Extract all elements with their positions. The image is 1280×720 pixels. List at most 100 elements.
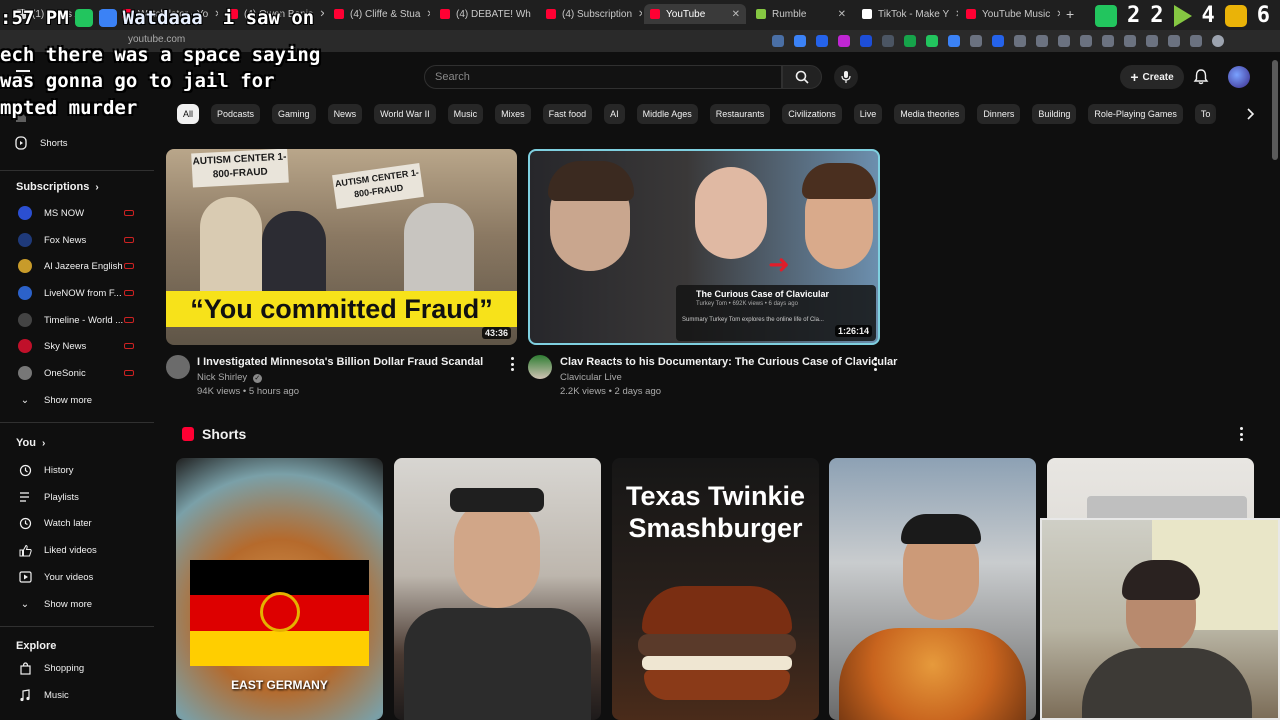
sidebar-item-subscription[interactable]: Timeline - World ... <box>18 312 123 328</box>
sidebar-item-watch-later[interactable]: Watch later <box>18 515 92 531</box>
chip-fast-food[interactable]: Fast food <box>542 104 593 124</box>
extension-icon[interactable] <box>1036 35 1048 47</box>
notifications-bell-icon[interactable] <box>1192 68 1210 86</box>
sidebar-item-subscription[interactable]: MS NOW <box>18 205 84 221</box>
extension-icon[interactable] <box>816 35 828 47</box>
short-card[interactable]: EAST GERMANY <box>176 458 383 720</box>
sidebar-item-shorts[interactable]: Shorts <box>14 135 67 151</box>
chip-role-playing-games[interactable]: Role-Playing Games <box>1088 104 1183 124</box>
tab-close-icon[interactable]: ✕ <box>319 9 324 20</box>
sidebar-item-subscription[interactable]: Sky News <box>18 338 86 354</box>
filter-chip-bar: All Podcasts Gaming News World War II Mu… <box>177 104 1217 124</box>
tab-close-icon[interactable]: ✕ <box>732 9 740 20</box>
extension-icon[interactable] <box>1124 35 1136 47</box>
sidebar-item-history[interactable]: History <box>18 462 74 478</box>
search-input[interactable]: Search <box>424 65 782 89</box>
extension-icon[interactable] <box>904 35 916 47</box>
channel-name[interactable]: Nick Shirley ✓ <box>197 372 262 383</box>
sidebar-item-shopping[interactable]: Shopping <box>18 660 84 676</box>
sidebar-item-subscription[interactable]: LiveNOW from F... <box>18 285 122 301</box>
tab-favicon-icon <box>862 9 872 19</box>
chip-news[interactable]: News <box>327 104 363 124</box>
chip-middle-ages[interactable]: Middle Ages <box>636 104 698 124</box>
extension-icon[interactable] <box>926 35 938 47</box>
sidebar-item-subscription[interactable]: Fox News <box>18 232 86 248</box>
extension-icon[interactable] <box>1080 35 1092 47</box>
chip-civilizations[interactable]: Civilizations <box>782 104 842 124</box>
browser-tab[interactable]: (4) DEBATE! Wh ✕ <box>434 4 536 24</box>
sidebar-item-liked-videos[interactable]: Liked videos <box>18 542 97 558</box>
extension-icon[interactable] <box>1168 35 1180 47</box>
chip-restaurants[interactable]: Restaurants <box>709 104 771 124</box>
extension-icon[interactable] <box>860 35 872 47</box>
chip-gaming[interactable]: Gaming <box>272 104 316 124</box>
extension-icon[interactable] <box>1146 35 1158 47</box>
sidebar-item-playlists[interactable]: Playlists <box>18 489 79 505</box>
chip-ai[interactable]: AI <box>604 104 625 124</box>
extension-icon[interactable] <box>1102 35 1114 47</box>
tab-close-icon[interactable]: ✕ <box>1056 9 1060 20</box>
more-options-icon[interactable] <box>871 357 879 371</box>
chevron-right-icon[interactable] <box>1242 106 1258 122</box>
extension-icon[interactable] <box>1058 35 1070 47</box>
tab-close-icon[interactable]: ✕ <box>838 9 846 20</box>
subscriptions-heading[interactable]: Subscriptions › <box>16 181 99 193</box>
extension-icon[interactable] <box>838 35 850 47</box>
search-button[interactable] <box>782 65 822 89</box>
sidebar-item-music[interactable]: Music <box>18 687 69 703</box>
sidebar-item-subscription[interactable]: OneSonic <box>18 365 86 381</box>
chip-live[interactable]: Live <box>853 104 883 124</box>
short-card[interactable] <box>829 458 1036 720</box>
burger-cheese <box>642 656 792 670</box>
chip-mixes[interactable]: Mixes <box>495 104 531 124</box>
browser-tab[interactable]: (4) Cliffe & Stua ✕ <box>328 4 430 24</box>
tab-close-icon[interactable]: ✕ <box>955 9 958 20</box>
video-thumbnail[interactable]: ➜ The Curious Case of Clavicular Turkey … <box>528 149 880 345</box>
browser-tab[interactable]: TikTok - Make Y ✕ <box>856 4 958 24</box>
chip-all[interactable]: All <box>177 104 200 124</box>
bookmark-star-icon[interactable] <box>794 35 806 47</box>
extension-icon[interactable] <box>992 35 1004 47</box>
voice-search-button[interactable] <box>834 65 858 89</box>
profile-icon[interactable] <box>1212 35 1224 47</box>
channel-avatar[interactable] <box>166 355 190 379</box>
video-title[interactable]: I Investigated Minnesota's Billion Dolla… <box>197 356 483 368</box>
shorts-more-options-icon[interactable] <box>1237 427 1245 441</box>
extension-icon[interactable] <box>970 35 982 47</box>
you-heading[interactable]: You › <box>16 437 45 449</box>
browser-tab-active[interactable]: YouTube ✕ <box>644 4 746 24</box>
browser-tab[interactable]: YouTube Music ✕ <box>960 4 1060 24</box>
new-tab-icon[interactable]: + <box>1066 6 1074 22</box>
video-thumbnail[interactable]: AUTISM CENTER 1-800-FRAUD AUTISM CENTER … <box>166 149 517 345</box>
chip-world-war-ii[interactable]: World War II <box>374 104 436 124</box>
create-button[interactable]: + Create <box>1120 65 1184 89</box>
sidebar-show-more-you[interactable]: ⌄ Show more <box>18 596 92 612</box>
chip-media-theories[interactable]: Media theories <box>894 104 966 124</box>
browser-tab[interactable]: Rumble ✕ <box>750 4 852 24</box>
browser-tab[interactable]: (4) Subscription ✕ <box>540 4 642 24</box>
chip-dinners[interactable]: Dinners <box>977 104 1021 124</box>
channel-name[interactable]: Clavicular Live <box>560 372 622 383</box>
tab-close-icon[interactable]: ✕ <box>426 9 430 20</box>
extension-icon[interactable] <box>772 35 784 47</box>
short-card[interactable]: Texas Twinkie Smashburger <box>612 458 819 720</box>
extension-icon[interactable] <box>948 35 960 47</box>
sidebar-show-more-subscriptions[interactable]: ⌄ Show more <box>18 392 92 408</box>
duration-badge: 1:26:14 <box>834 325 872 337</box>
chip-music[interactable]: Music <box>447 104 484 124</box>
shorts-logo-icon <box>182 427 194 441</box>
extension-icon[interactable] <box>1190 35 1202 47</box>
video-title[interactable]: Clav Reacts to his Documentary: The Curi… <box>560 356 897 368</box>
extension-icon[interactable] <box>1014 35 1026 47</box>
channel-avatar[interactable] <box>528 355 552 379</box>
sidebar-item-subscription[interactable]: Al Jazeera English <box>18 258 123 274</box>
tab-close-icon[interactable]: ✕ <box>638 9 642 20</box>
short-card[interactable] <box>394 458 601 720</box>
page-scrollbar[interactable] <box>1272 60 1278 160</box>
chip-building[interactable]: Building <box>1032 104 1077 124</box>
account-avatar[interactable] <box>1228 66 1250 88</box>
more-options-icon[interactable] <box>508 357 516 371</box>
extension-icon[interactable] <box>882 35 894 47</box>
chip-podcasts[interactable]: Podcasts <box>211 104 261 124</box>
sidebar-item-your-videos[interactable]: Your videos <box>18 569 93 585</box>
